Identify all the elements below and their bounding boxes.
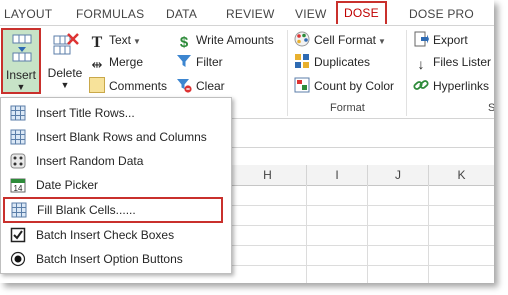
menu-item-insert-random-data[interactable]: Insert Random Data <box>2 149 228 173</box>
merge-label: Merge <box>109 55 144 69</box>
tab-view[interactable]: VIEW <box>295 6 326 22</box>
menu-item-label: Batch Insert Check Boxes <box>36 228 175 242</box>
tab-dose[interactable]: DOSE <box>336 1 387 24</box>
hyperlink-chain-icon <box>413 80 429 90</box>
tab-layout[interactable]: LAYOUT <box>4 6 52 22</box>
menu-item-label: Insert Title Rows... <box>36 106 135 120</box>
menu-item-label: Batch Insert Option Buttons <box>36 252 183 266</box>
table-grid-icon <box>10 129 26 145</box>
column-header-k[interactable]: K <box>429 165 494 186</box>
duplicates-icon <box>295 54 309 68</box>
grid-line <box>306 185 307 283</box>
menu-item-batch-insert-check-boxes[interactable]: Batch Insert Check Boxes <box>2 223 228 247</box>
menu-item-label: Fill Blank Cells...... <box>37 203 136 217</box>
menu-item-label: Insert Blank Rows and Columns <box>36 130 207 144</box>
duplicates-label: Duplicates <box>314 55 371 69</box>
clear-filter-icon <box>177 79 192 93</box>
count-by-color-label: Count by Color <box>314 79 395 93</box>
menu-item-insert-blank-rows-columns[interactable]: Insert Blank Rows and Columns <box>2 125 228 149</box>
menu-item-label: Date Picker <box>36 178 99 192</box>
duplicates-button[interactable]: Duplicates <box>294 52 370 72</box>
text-label: Text <box>109 33 132 47</box>
radio-button-icon <box>10 251 26 267</box>
cell-format-label: Cell Format <box>314 33 377 47</box>
menu-item-date-picker[interactable]: 14 Date Picker <box>2 173 228 197</box>
tab-review[interactable]: REVIEW <box>226 6 275 22</box>
clear-button[interactable]: Clear <box>176 76 225 96</box>
comment-note-icon <box>89 77 105 93</box>
grid-line <box>428 185 429 283</box>
grid-line <box>367 185 368 283</box>
grid-line <box>229 225 494 226</box>
dice-icon <box>10 153 26 169</box>
menu-item-batch-insert-option-buttons[interactable]: Batch Insert Option Buttons <box>2 247 228 271</box>
text-button[interactable]: T Text ▼ <box>89 30 141 51</box>
grid-line <box>229 245 494 246</box>
excel-window: LAYOUT FORMULAS DATA REVIEW VIEW DOSE DO… <box>0 0 494 283</box>
column-header-h[interactable]: H <box>229 165 307 186</box>
calendar-icon: 14 <box>10 178 26 193</box>
files-lister-button[interactable]: ↓ Files Lister <box>413 52 492 72</box>
grid-line <box>229 205 494 206</box>
insert-button[interactable]: Insert ▼ <box>1 28 41 94</box>
export-button[interactable]: Export <box>413 30 468 50</box>
files-lister-label: Files Lister <box>433 55 492 69</box>
filter-funnel-icon <box>177 55 191 67</box>
export-icon <box>414 31 429 47</box>
cell-format-button[interactable]: Cell Format ▼ <box>294 30 386 50</box>
write-amounts-label: Write Amounts <box>196 33 274 47</box>
write-amounts-button[interactable]: $ Write Amounts <box>176 30 274 51</box>
ribbon-tabs: LAYOUT FORMULAS DATA REVIEW VIEW DOSE DO… <box>0 0 494 26</box>
delete-button[interactable]: Delete ▼ <box>46 30 84 92</box>
column-header-i[interactable]: I <box>307 165 368 186</box>
menu-item-fill-blank-cells[interactable]: Fill Blank Cells...... <box>3 197 223 223</box>
group-separator <box>406 30 407 116</box>
comments-button[interactable]: Comments <box>89 76 167 96</box>
filter-button[interactable]: Filter <box>176 52 223 72</box>
tab-data[interactable]: DATA <box>166 6 197 22</box>
group-label-truncated: S <box>488 102 494 114</box>
grid-line <box>229 265 494 266</box>
palette-icon <box>294 31 310 47</box>
checkbox-icon <box>10 227 26 243</box>
svg-text:14: 14 <box>14 184 23 193</box>
count-color-icon <box>294 77 310 93</box>
merge-button[interactable]: ⇹ Merge <box>89 52 143 72</box>
format-group-label: Format <box>330 102 365 114</box>
insert-rows-icon <box>12 34 32 62</box>
menu-item-label: Insert Random Data <box>36 154 144 168</box>
insert-label: Insert <box>5 68 36 82</box>
export-label: Export <box>433 33 468 47</box>
filter-label: Filter <box>196 55 223 69</box>
down-arrow-icon: ↓ <box>417 56 425 72</box>
dollar-icon: $ <box>179 34 189 51</box>
column-header-j[interactable]: J <box>368 165 429 186</box>
insert-dropdown-menu: Insert Title Rows... Insert Blank Rows a… <box>0 97 232 274</box>
count-by-color-button[interactable]: Count by Color <box>294 76 394 96</box>
menu-item-insert-title-rows[interactable]: Insert Title Rows... <box>2 101 228 125</box>
clear-label: Clear <box>196 79 225 93</box>
chevron-down-icon: ▼ <box>378 37 386 46</box>
merge-icon: ⇹ <box>91 57 103 72</box>
tab-dose-pro[interactable]: DOSE PRO <box>409 6 474 22</box>
table-grid-icon <box>10 105 26 121</box>
comments-label: Comments <box>109 79 168 93</box>
chevron-down-icon: ▼ <box>60 80 70 90</box>
tab-formulas[interactable]: FORMULAS <box>76 6 144 22</box>
hyperlinks-button[interactable]: Hyperlinks <box>413 76 489 96</box>
text-icon: T <box>91 34 103 51</box>
table-grid-icon <box>11 202 27 218</box>
delete-cells-icon <box>53 33 79 55</box>
group-separator <box>287 30 288 116</box>
hyperlinks-label: Hyperlinks <box>433 79 490 93</box>
delete-label: Delete <box>47 66 83 80</box>
chevron-down-icon: ▼ <box>16 82 26 92</box>
chevron-down-icon: ▼ <box>133 37 141 46</box>
